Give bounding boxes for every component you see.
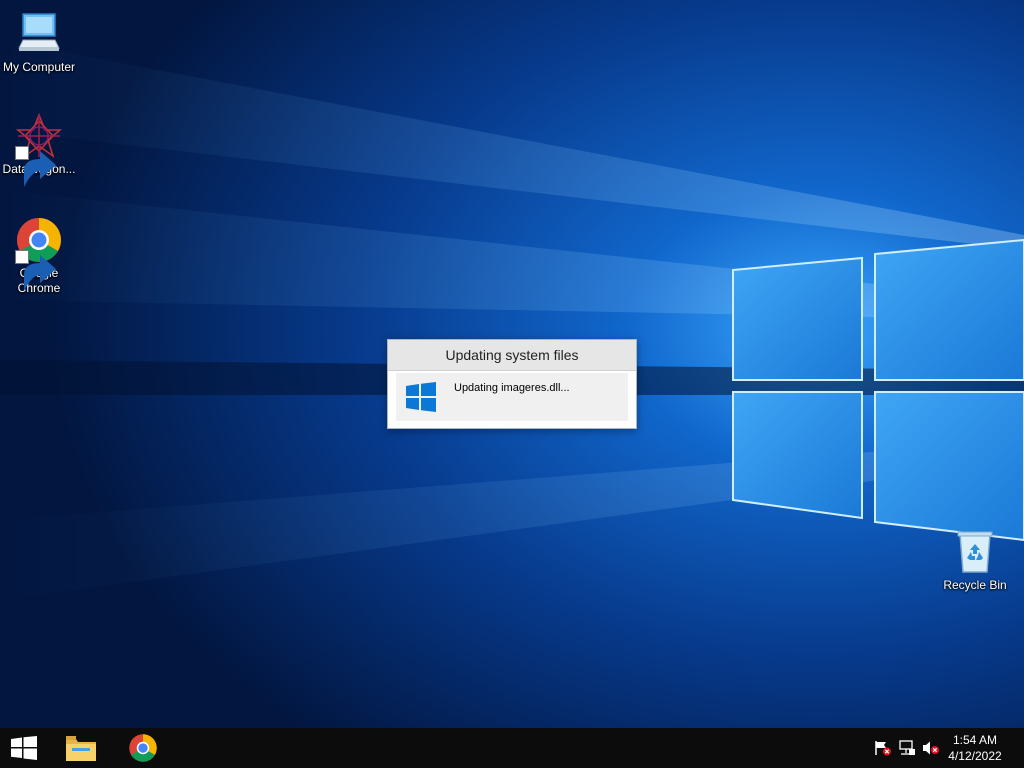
taskbar-clock[interactable]: 1:54 AM 4/12/2022: [940, 732, 1010, 764]
update-progress-dialog: Updating system files Updating imageres.…: [387, 339, 637, 429]
taskbar-chrome[interactable]: [119, 728, 167, 768]
dialog-body: Updating imageres.dll...: [396, 373, 628, 421]
shortcut-arrow-icon: [15, 250, 56, 291]
windows-logo-icon: [406, 382, 436, 412]
taskbar-file-explorer[interactable]: [57, 728, 105, 768]
chrome-icon: [15, 216, 63, 291]
clock-date: 4/12/2022: [948, 749, 1002, 763]
action-center-flag-icon[interactable]: [874, 740, 892, 756]
computer-icon: [15, 10, 63, 58]
desktop-icon-recycle-bin[interactable]: Recycle Bin: [936, 528, 1014, 593]
recycle-bin-icon: [951, 528, 999, 576]
desktop-icon-google-chrome[interactable]: Google Chrome: [0, 216, 78, 296]
desktop-icon-my-computer[interactable]: My Computer: [0, 10, 78, 75]
network-icon[interactable]: [898, 740, 916, 756]
start-button[interactable]: [0, 728, 48, 768]
dialog-message: Updating imageres.dll...: [454, 382, 570, 394]
shortcut-arrow-icon: [15, 146, 56, 187]
datawagon-icon: [15, 112, 63, 187]
windows-logo-icon: [11, 736, 37, 760]
taskbar: 1:54 AM 4/12/2022: [0, 728, 1024, 768]
desktop-icon-label: My Computer: [2, 60, 76, 74]
volume-muted-icon[interactable]: [922, 740, 940, 756]
desktop-icon-label: Recycle Bin: [943, 578, 1007, 592]
clock-time: 1:54 AM: [952, 733, 998, 747]
chrome-icon: [129, 734, 157, 762]
desktop-icon-datawagon[interactable]: DataWagon...: [0, 112, 78, 187]
dialog-title: Updating system files: [388, 340, 636, 371]
file-explorer-icon: [66, 736, 96, 761]
